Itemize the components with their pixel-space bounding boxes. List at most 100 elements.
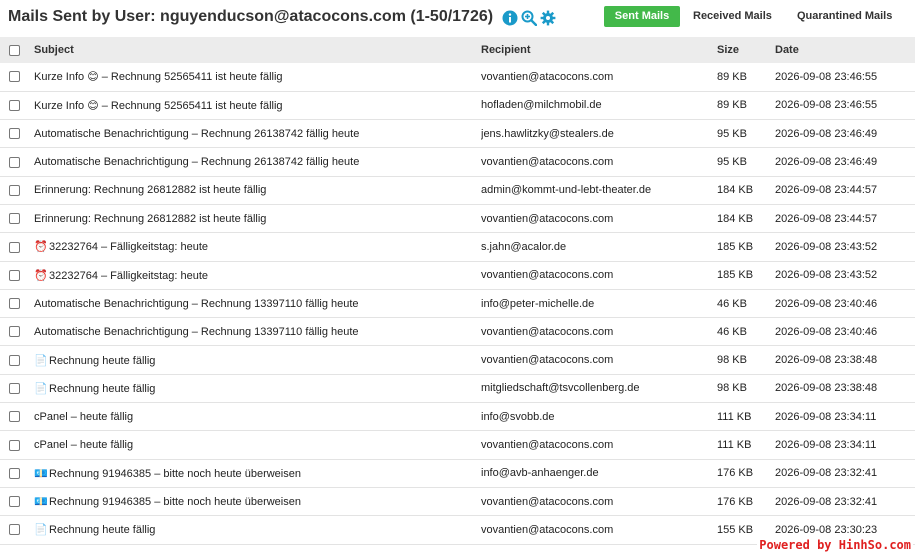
row-checkbox[interactable] [9, 184, 20, 196]
table-row[interactable]: 📄Rechnung heute fällig mitgliedschaft@tsv… [0, 374, 915, 403]
row-subject-text: cPanel – heute fällig [34, 410, 134, 423]
row-checkbox[interactable] [9, 496, 20, 508]
select-all-checkbox[interactable] [9, 44, 20, 56]
row-checkbox[interactable] [9, 100, 20, 112]
alarm-clock-icon: ⏰ [34, 269, 48, 282]
tab-quarantined-mails[interactable]: Quarantined Mails [788, 6, 901, 27]
row-subject[interactable]: Erinnerung: Rechnung 26812882 ist heute … [30, 176, 481, 204]
gear-icon[interactable] [540, 10, 556, 26]
table-row[interactable]: Automatische Benachrichtigung – Rechnung… [0, 289, 915, 318]
row-subject-text: 32232764 – Fälligkeitstag: heute [49, 269, 209, 282]
column-date[interactable]: Date [775, 37, 915, 63]
row-recipient: s.jahn@acalor.de [481, 240, 567, 253]
table-row[interactable]: 💶Rechnung 91946385 – bitte noch heute üb… [0, 487, 915, 516]
row-size: 176 KB [717, 467, 754, 480]
column-recipient[interactable]: Recipient [481, 37, 717, 63]
row-subject[interactable]: 💶Rechnung 91946385 – bitte noch heute üb… [30, 459, 481, 487]
table-row[interactable]: Erinnerung: Rechnung 26812882 ist heute … [0, 176, 915, 205]
row-checkbox[interactable] [9, 326, 20, 338]
row-checkbox[interactable] [9, 156, 20, 168]
row-subject-text: Rechnung 91946385 – bitte noch heute übe… [49, 467, 301, 480]
table-row[interactable]: Automatische Benachrichtigung – Rechnung… [0, 318, 915, 346]
table-row[interactable]: Kurze Info 😊 – Rechnung 52565411 ist heu… [0, 63, 915, 92]
row-subject[interactable]: Automatische Benachrichtigung – Rechnung… [30, 120, 481, 148]
row-checkbox[interactable] [9, 298, 20, 310]
table-row[interactable]: cPanel – heute fällig info@svobb.de 111 KB… [0, 403, 915, 431]
column-subject[interactable]: Subject [30, 37, 481, 63]
row-subject[interactable]: 💶Rechnung 91946385 – bitte noch heute üb… [30, 487, 481, 515]
row-select-cell [0, 91, 30, 119]
table-row[interactable]: cPanel – heute fällig vovantien@atacocons… [0, 431, 915, 460]
row-recipient: hofladen@milchmobil.de [481, 99, 602, 112]
row-subject[interactable]: Erinnerung: Rechnung 26812882 ist heute … [30, 204, 481, 232]
row-subject[interactable]: Automatische Benachrichtigung – Rechnung… [30, 148, 481, 176]
row-select-cell [0, 403, 30, 431]
row-subject[interactable]: ⏰32232764 – Fälligkeitstag: heute [30, 233, 481, 261]
select-all-cell [0, 37, 30, 63]
row-date: 2026-09-08 23:40:46 [775, 325, 878, 338]
row-subject[interactable]: cPanel – heute fällig [30, 431, 481, 459]
row-subject[interactable]: 📄Rechnung heute fällig [30, 346, 481, 374]
row-size: 89 KB [717, 70, 747, 83]
row-date: 2026-09-08 23:44:57 [775, 184, 878, 197]
row-subject-text: Rechnung heute fällig [49, 382, 156, 395]
row-size: 46 KB [717, 325, 747, 338]
row-subject-text: Erinnerung: Rechnung 26812882 ist heute … [34, 184, 267, 197]
table-row[interactable]: 📄Rechnung heute fällig vovantien@atacocon… [0, 346, 915, 375]
row-select-cell [0, 346, 30, 374]
row-date: 2026-09-08 23:40:46 [775, 297, 878, 310]
document-icon: 📄 [34, 354, 48, 367]
row-subject[interactable]: 📄Rechnung heute fällig [30, 516, 481, 544]
row-checkbox[interactable] [9, 524, 20, 536]
row-checkbox[interactable] [9, 213, 20, 225]
row-subject-text: Kurze Info 😊 – Rechnung 52565411 ist heu… [34, 99, 283, 112]
row-size: 95 KB [717, 127, 747, 140]
row-date: 2026-09-08 23:38:48 [775, 382, 878, 395]
table-row[interactable]: ⏰32232764 – Fälligkeitstag: heute s.jahn@… [0, 233, 915, 262]
row-checkbox[interactable] [9, 411, 20, 423]
row-subject-text: cPanel – heute fällig [34, 439, 134, 451]
row-checkbox[interactable] [9, 354, 20, 366]
tab-received-mails[interactable]: Received Mails [684, 6, 781, 27]
row-checkbox[interactable] [9, 71, 20, 83]
money-icon: 💶 [34, 496, 48, 509]
row-subject[interactable]: ⏰32232764 – Fälligkeitstag: heute [30, 261, 481, 289]
row-subject[interactable]: Kurze Info 😊 – Rechnung 52565411 ist heu… [30, 91, 481, 119]
row-select-cell [0, 289, 30, 317]
row-checkbox[interactable] [9, 439, 20, 451]
row-subject-text: Erinnerung: Rechnung 26812882 ist heute … [34, 212, 267, 225]
table-row[interactable]: ⏰32232764 – Fälligkeitstag: heute vovanti… [0, 261, 915, 290]
tab-sent-mails[interactable]: Sent Mails [604, 6, 680, 27]
row-date: 2026-09-08 23:46:55 [775, 70, 878, 83]
row-recipient: vovantien@atacocons.com [481, 325, 614, 338]
row-subject[interactable]: Automatische Benachrichtigung – Rechnung… [30, 289, 481, 317]
row-checkbox[interactable] [9, 128, 20, 140]
column-size[interactable]: Size [717, 37, 775, 63]
row-checkbox[interactable] [9, 383, 20, 394]
row-date: 2026-09-08 23:44:57 [775, 212, 878, 225]
table-row[interactable]: Automatische Benachrichtigung – Rechnung… [0, 120, 915, 148]
row-subject[interactable]: Automatische Benachrichtigung – Rechnung… [30, 318, 481, 346]
row-checkbox[interactable] [9, 241, 20, 253]
zoom-search-icon[interactable] [521, 10, 538, 27]
table-row[interactable]: 💶Rechnung 91946385 – bitte noch heute üb… [0, 459, 915, 488]
info-icon[interactable] [502, 10, 518, 26]
table-row[interactable]: Automatische Benachrichtigung – Rechnung… [0, 148, 915, 177]
row-date: 2026-09-08 23:46:49 [775, 156, 878, 169]
row-subject[interactable]: 📄Rechnung heute fällig [30, 374, 481, 402]
row-subject[interactable]: cPanel – heute fällig [30, 403, 481, 431]
table-row[interactable]: Erinnerung: Rechnung 26812882 ist heute … [0, 204, 915, 233]
table-row[interactable]: Kurze Info 😊 – Rechnung 52565411 ist heu… [0, 91, 915, 120]
page-title: Mails Sent by User: nguyenducson@atacoco… [8, 8, 494, 25]
row-subject[interactable]: Kurze Info 😊 – Rechnung 52565411 ist heu… [30, 63, 481, 91]
row-select-cell [0, 63, 30, 91]
row-size: 95 KB [717, 156, 747, 169]
row-checkbox[interactable] [9, 467, 20, 479]
row-checkbox[interactable] [9, 269, 20, 281]
row-select-cell [0, 318, 30, 346]
row-date: 2026-09-08 23:46:55 [775, 99, 878, 112]
row-size: 98 KB [717, 382, 747, 395]
row-select-cell [0, 204, 30, 232]
row-recipient: vovantien@atacocons.com [481, 156, 614, 169]
row-subject-text: Rechnung heute fällig [49, 524, 156, 537]
